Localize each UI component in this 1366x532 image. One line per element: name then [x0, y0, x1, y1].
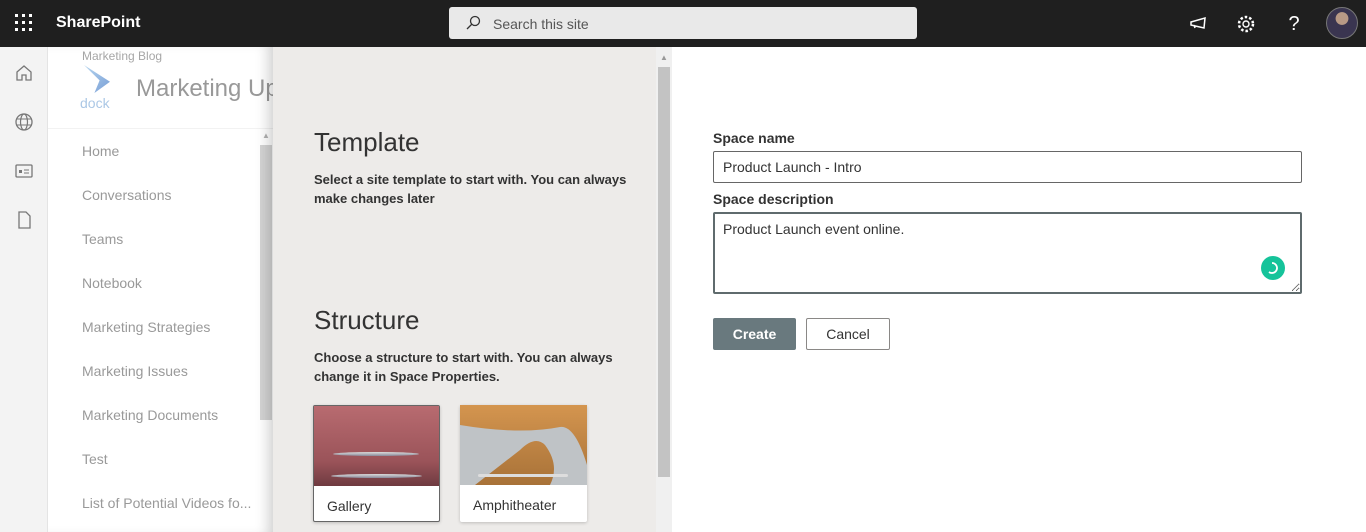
left-rail: [0, 47, 48, 532]
space-name-label: Space name: [713, 130, 795, 146]
template-panel: Template Select a site template to start…: [273, 47, 672, 532]
overlay: [48, 47, 273, 532]
megaphone-icon[interactable]: [1188, 13, 1210, 35]
help-icon[interactable]: ?: [1283, 13, 1305, 35]
structure-card-gallery[interactable]: Gallery: [313, 405, 440, 522]
space-description-input[interactable]: Product Launch event online.: [713, 212, 1302, 294]
document-icon[interactable]: [14, 210, 34, 230]
app-launcher-icon[interactable]: [15, 14, 33, 32]
structure-heading: Structure: [314, 305, 420, 335]
top-bar: SharePoint Search this site ?: [0, 0, 1366, 47]
home-icon[interactable]: [14, 63, 34, 83]
create-button[interactable]: Create: [713, 318, 796, 350]
card-label: Gallery: [327, 498, 372, 514]
avatar[interactable]: [1326, 7, 1358, 39]
card-label: Amphitheater: [473, 497, 557, 513]
search-icon: [466, 15, 481, 30]
template-heading: Template: [314, 127, 420, 157]
search-box[interactable]: Search this site: [449, 7, 917, 39]
news-icon[interactable]: [14, 161, 34, 181]
grammarly-icon[interactable]: [1261, 256, 1285, 280]
space-name-input[interactable]: [713, 151, 1302, 183]
panel-scrollbar[interactable]: ▲: [656, 47, 672, 532]
cancel-button[interactable]: Cancel: [806, 318, 890, 350]
structure-card-amphitheater[interactable]: Amphitheater: [460, 405, 587, 522]
app-name[interactable]: SharePoint: [56, 14, 140, 32]
structure-description: Choose a structure to start with. You ca…: [314, 350, 613, 384]
template-description: Select a site template to start with. Yo…: [314, 172, 627, 206]
gallery-thumbnail: [314, 406, 439, 486]
globe-icon[interactable]: [14, 112, 34, 132]
space-description-label: Space description: [713, 191, 834, 207]
search-placeholder: Search this site: [493, 16, 589, 32]
amphitheater-thumbnail: [460, 405, 587, 485]
gear-icon[interactable]: [1235, 13, 1257, 35]
